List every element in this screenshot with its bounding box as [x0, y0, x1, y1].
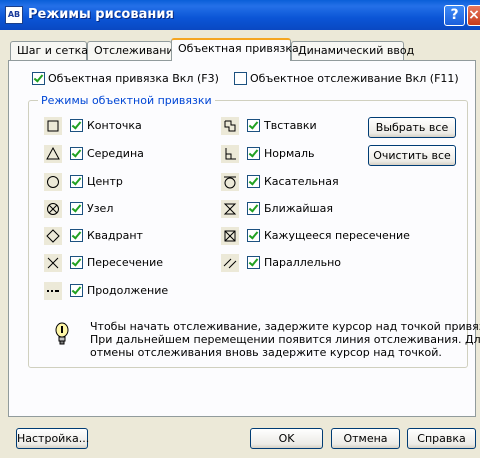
osnap-on-label[interactable]: Объектная привязка Вкл (F3)	[48, 72, 219, 85]
info-line: Чтобы начать отслеживание, задержите кур…	[90, 320, 480, 333]
quadrant-checkbox[interactable]	[70, 229, 83, 242]
apparent-intersection-icon	[221, 227, 239, 245]
midpoint-icon	[44, 145, 62, 163]
help-title-button[interactable]: ?	[444, 5, 465, 26]
apparent-intersection-checkbox[interactable]	[247, 229, 260, 242]
tab-snap-and-grid[interactable]: Шаг и сетка	[10, 41, 88, 60]
nearest-label[interactable]: Ближайшая	[264, 202, 333, 215]
tangent-checkbox[interactable]	[247, 175, 260, 188]
extension-icon	[44, 282, 62, 300]
options-button[interactable]: Настройка...	[16, 428, 89, 449]
otrack-on-checkbox[interactable]	[234, 72, 247, 85]
midpoint-label[interactable]: Середина	[87, 147, 144, 160]
center-icon	[44, 173, 62, 191]
node-label[interactable]: Узел	[87, 202, 113, 215]
perpendicular-label[interactable]: Нормаль	[264, 147, 315, 160]
insertion-icon	[221, 117, 239, 135]
center-checkbox[interactable]	[70, 175, 83, 188]
extension-checkbox[interactable]	[70, 284, 83, 297]
insertion-checkbox[interactable]	[247, 119, 260, 132]
extension-label[interactable]: Продолжение	[87, 284, 168, 297]
otrack-on-label[interactable]: Объектное отслеживание Вкл (F11)	[250, 72, 459, 85]
quadrant-icon	[44, 227, 62, 245]
intersection-checkbox[interactable]	[70, 256, 83, 269]
tab-object-snap[interactable]: Объектная привязка	[171, 38, 299, 61]
drafting-settings-dialog: AB Режимы рисования ? × Шаг и сетка Отсл…	[0, 0, 480, 458]
intersection-label[interactable]: Пересечение	[87, 256, 163, 269]
help-button[interactable]: Справка	[407, 428, 476, 449]
perpendicular-icon	[221, 145, 239, 163]
insertion-label[interactable]: Твставки	[264, 119, 317, 132]
intersection-icon	[44, 254, 62, 272]
center-label[interactable]: Центр	[87, 175, 123, 188]
node-icon	[44, 200, 62, 218]
info-line: отмены отслеживания вновь задержите курс…	[90, 346, 442, 359]
parallel-label[interactable]: Параллельно	[264, 256, 341, 269]
parallel-icon	[221, 254, 239, 272]
endpoint-label[interactable]: Конточка	[87, 119, 142, 132]
parallel-checkbox[interactable]	[247, 256, 260, 269]
app-icon: AB	[5, 6, 23, 24]
node-checkbox[interactable]	[70, 202, 83, 215]
quadrant-label[interactable]: Квадрант	[87, 229, 143, 242]
close-button[interactable]: ×	[467, 5, 480, 26]
tangent-label[interactable]: Касательная	[264, 175, 339, 188]
nearest-checkbox[interactable]	[247, 202, 260, 215]
tangent-icon	[221, 173, 239, 191]
endpoint-checkbox[interactable]	[70, 119, 83, 132]
osnap-on-checkbox[interactable]	[32, 72, 45, 85]
info-line: При дальнейшем перемещении появится лини…	[90, 333, 480, 346]
perpendicular-checkbox[interactable]	[247, 147, 260, 160]
snap-modes-legend: Режимы объектной привязки	[38, 94, 215, 107]
title-bar[interactable]: AB Режимы рисования ? ×	[0, 0, 480, 30]
midpoint-checkbox[interactable]	[70, 147, 83, 160]
ok-button[interactable]: OK	[250, 428, 323, 449]
endpoint-icon	[44, 117, 62, 135]
cancel-button[interactable]: Отмена	[331, 428, 400, 449]
tab-polar-tracking[interactable]: Отслеживание	[87, 41, 180, 60]
select-all-button[interactable]: Выбрать все	[368, 117, 456, 138]
window-title: Режимы рисования	[28, 7, 174, 22]
tab-dynamic-input[interactable]: Динамический ввод	[291, 41, 414, 60]
apparent-intersection-label[interactable]: Кажущееся пересечение	[264, 229, 410, 242]
tab-strip: Шаг и сетка Отслеживание Объектная привя…	[0, 38, 480, 61]
clear-all-button[interactable]: Очистить все	[368, 145, 456, 166]
lightbulb-icon	[54, 322, 70, 346]
tracking-info-text: Чтобы начать отслеживание, задержите кур…	[90, 320, 480, 359]
nearest-icon	[221, 200, 239, 218]
